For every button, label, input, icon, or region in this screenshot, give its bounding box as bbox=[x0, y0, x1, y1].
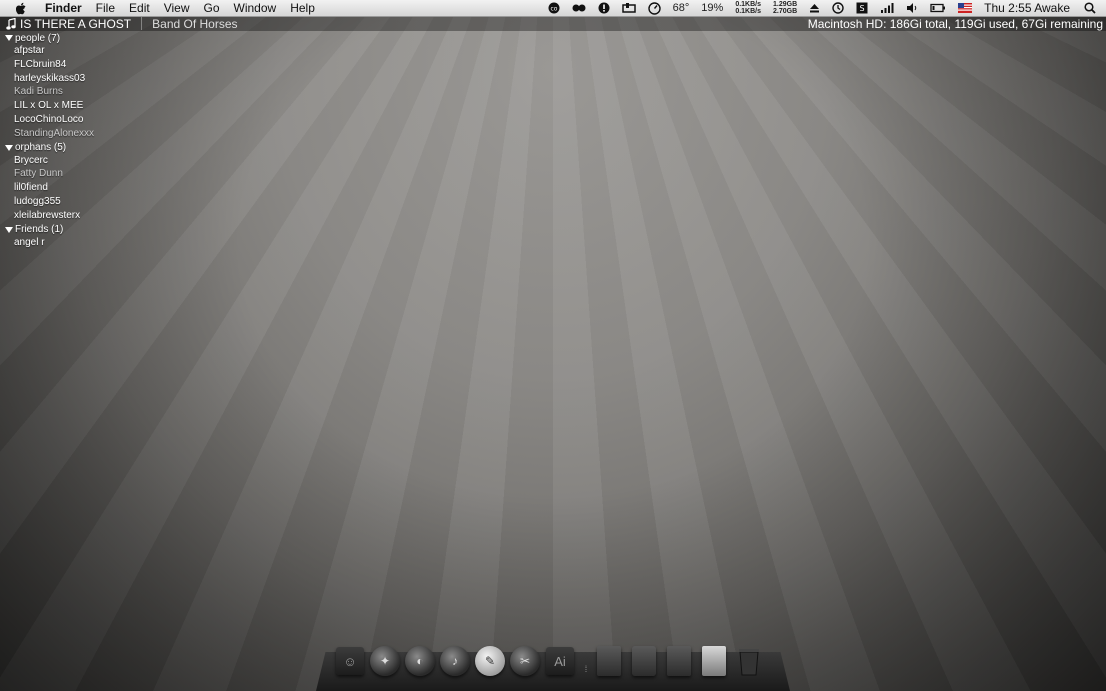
time-machine-icon[interactable] bbox=[832, 2, 844, 14]
temperature-readout[interactable]: 68° bbox=[673, 2, 690, 14]
music-note-icon bbox=[6, 17, 16, 30]
group-title: Friends (1) bbox=[15, 224, 64, 236]
group-header[interactable]: people (7) bbox=[0, 32, 94, 44]
firefox-icon[interactable]: ◐ bbox=[404, 645, 436, 677]
buddy-group-orphans: orphans (5) Brycerc Fatty Dunn lil0fiend… bbox=[0, 142, 94, 223]
caffeine-status: Awake bbox=[1034, 1, 1070, 15]
wifi-bars-icon[interactable] bbox=[880, 2, 894, 14]
itunes-icon[interactable]: ♪ bbox=[439, 645, 471, 677]
group-header[interactable]: Friends (1) bbox=[0, 224, 94, 236]
growl-icon[interactable] bbox=[572, 2, 586, 14]
svg-text:co: co bbox=[550, 6, 557, 13]
messages-icon[interactable]: ✎ bbox=[474, 645, 506, 677]
buddy-item[interactable]: LIL x OL x MEE bbox=[0, 99, 94, 113]
disclosure-triangle-icon[interactable] bbox=[5, 35, 13, 41]
memory-free: 2.70GB bbox=[773, 8, 798, 15]
menu-edit[interactable]: Edit bbox=[122, 0, 157, 16]
dropbox-icon[interactable] bbox=[621, 2, 636, 14]
illustrator-icon[interactable]: Ai bbox=[544, 645, 576, 677]
istat-gauge-icon[interactable] bbox=[647, 1, 661, 15]
apple-menu-icon[interactable] bbox=[14, 2, 28, 15]
documents-stack-icon[interactable] bbox=[593, 645, 625, 677]
buddy-item-away[interactable]: Fatty Dunn bbox=[0, 167, 94, 181]
dock-divider: ⁞ bbox=[584, 664, 588, 674]
trash-icon[interactable] bbox=[733, 645, 765, 677]
battery-percent[interactable]: 19% bbox=[701, 2, 723, 14]
menu-bar: Finder File Edit View Go Window Help co … bbox=[0, 0, 1106, 17]
buddy-item[interactable]: angel r bbox=[0, 236, 94, 250]
buddy-item[interactable]: LocoChinoLoco bbox=[0, 113, 94, 127]
applications-stack-icon[interactable] bbox=[698, 645, 730, 677]
buddy-item[interactable]: ludogg355 bbox=[0, 195, 94, 209]
group-header[interactable]: orphans (5) bbox=[0, 142, 94, 154]
dock-icons: ☺ ✦ ◐ ♪ ✎ ✂ Ai ⁞ bbox=[334, 641, 774, 681]
disclosure-triangle-icon[interactable] bbox=[5, 144, 13, 151]
preview-icon[interactable]: ✂ bbox=[509, 645, 541, 677]
memory-used: 1.29GB bbox=[773, 1, 798, 8]
menu-view[interactable]: View bbox=[157, 0, 197, 16]
safari-icon[interactable]: ✦ bbox=[369, 645, 401, 677]
group-title: people (7) bbox=[15, 32, 61, 44]
memory-usage[interactable]: 1.29GB 2.70GB bbox=[773, 1, 797, 15]
buddy-item[interactable]: xleilabrewsterx bbox=[0, 209, 94, 223]
buddy-group-friends: Friends (1) angel r bbox=[0, 224, 94, 250]
now-playing-artist: Band Of Horses bbox=[152, 16, 238, 31]
buddy-group-people: people (7) afpstar FLCbruin84 harleyskik… bbox=[0, 32, 94, 141]
buddy-item[interactable]: afpstar bbox=[0, 44, 94, 58]
buddy-item[interactable]: Brycerc bbox=[0, 154, 94, 168]
wallpaper-rays bbox=[0, 0, 1106, 691]
buddy-item[interactable]: lil0fiend bbox=[0, 181, 94, 195]
menu-help[interactable]: Help bbox=[283, 0, 322, 16]
buddy-item-away[interactable]: StandingAlonexxx bbox=[0, 127, 94, 141]
spotlight-search-icon[interactable] bbox=[1084, 2, 1096, 14]
clock[interactable]: Thu 2:55 Awake bbox=[984, 1, 1070, 15]
menu-go[interactable]: Go bbox=[197, 0, 227, 16]
wallpaper-vignette bbox=[0, 0, 1106, 691]
downloads-stack-icon[interactable] bbox=[663, 645, 695, 677]
strip-divider bbox=[141, 17, 143, 30]
battery-icon[interactable] bbox=[930, 3, 946, 13]
network-speed[interactable]: 0.1KB/s 0.1KB/s bbox=[735, 1, 761, 15]
disk-usage-text: Macintosh HD: 186Gi total, 119Gi used, 6… bbox=[807, 16, 1103, 31]
finder-icon[interactable]: ☺ bbox=[334, 645, 366, 677]
menu-app-name[interactable]: Finder bbox=[38, 0, 89, 16]
group-title: orphans (5) bbox=[15, 142, 67, 154]
volume-icon[interactable] bbox=[906, 2, 918, 14]
desktop-info-strip: IS THERE A GHOST Band Of Horses Macintos… bbox=[0, 16, 1106, 31]
alert-icon[interactable] bbox=[598, 2, 610, 14]
buddy-item-away[interactable]: Kadi Burns bbox=[0, 85, 94, 99]
eject-icon[interactable] bbox=[809, 3, 820, 14]
buddy-item[interactable]: FLCbruin84 bbox=[0, 58, 94, 72]
clock-time: Thu 2:55 bbox=[984, 1, 1032, 15]
us-flag-input-icon[interactable] bbox=[958, 3, 973, 13]
network-up: 0.1KB/s bbox=[735, 1, 762, 8]
disclosure-triangle-icon[interactable] bbox=[5, 226, 13, 233]
menu-file[interactable]: File bbox=[89, 0, 122, 16]
folder-stack-icon[interactable] bbox=[628, 645, 660, 677]
buddy-list: people (7) afpstar FLCbruin84 harleyskik… bbox=[0, 32, 94, 250]
network-down: 0.1KB/s bbox=[735, 8, 762, 15]
status-app-icon[interactable]: co bbox=[548, 2, 560, 14]
script-menu-icon[interactable]: S bbox=[856, 2, 868, 14]
now-playing-track: IS THERE A GHOST bbox=[20, 16, 132, 31]
status-menus: co 68° 19% 0.1KB/s 0.1KB/s 1.29GB 2.70GB bbox=[542, 0, 1106, 16]
svg-text:S: S bbox=[860, 4, 865, 13]
menu-window[interactable]: Window bbox=[227, 0, 284, 16]
buddy-item[interactable]: harleyskikass03 bbox=[0, 72, 94, 86]
